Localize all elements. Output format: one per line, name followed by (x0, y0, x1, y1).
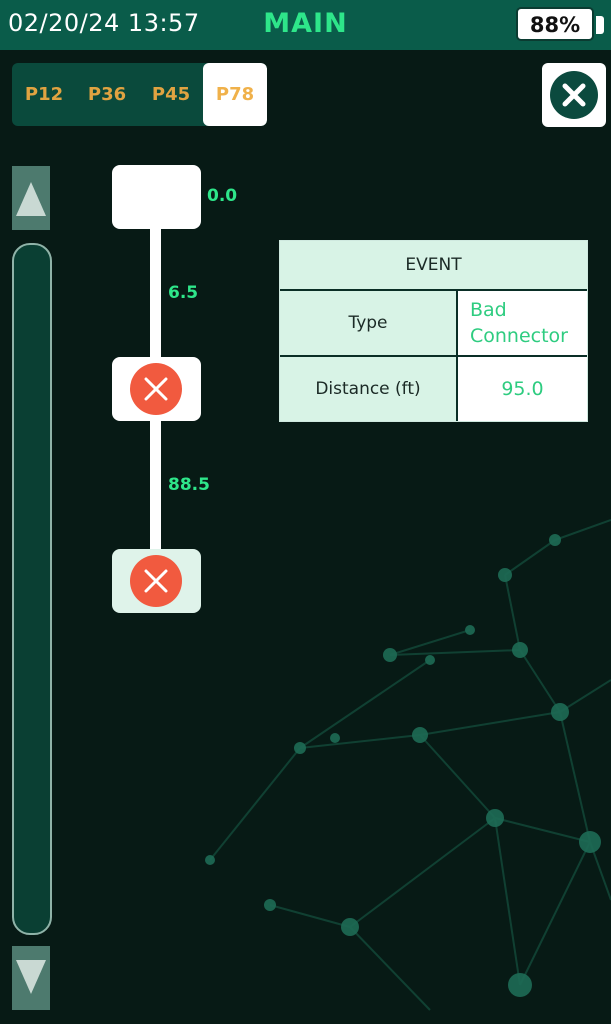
triangle-down-icon (16, 960, 46, 994)
fault-x-icon (130, 363, 182, 415)
event-details-table: EVENT Type Bad Connector Distance (ft) 9… (279, 240, 588, 422)
tab-p12[interactable]: P12 (12, 63, 76, 126)
scroll-down-button[interactable] (12, 946, 50, 1010)
distance-label: Distance (ft) (280, 357, 458, 421)
battery-level: 88% (529, 13, 581, 37)
scrollbar-track[interactable] (12, 243, 52, 935)
port-tabs: P12 P36 P45 P78 (12, 63, 267, 126)
type-value-line2: Connector (470, 325, 568, 347)
event-table-header: EVENT (280, 241, 587, 291)
table-row: Distance (ft) 95.0 (280, 357, 587, 421)
type-value: Bad Connector (458, 291, 587, 355)
event-node-1[interactable] (112, 357, 201, 421)
start-distance-label: 0.0 (207, 186, 238, 206)
tab-p45[interactable]: P45 (139, 63, 203, 126)
event-node-2[interactable] (112, 549, 201, 613)
start-node[interactable] (112, 165, 201, 229)
fault-x-icon (130, 555, 182, 607)
segment-distance-label-1: 6.5 (168, 283, 199, 303)
tab-p36[interactable]: P36 (75, 63, 139, 126)
close-x-icon (550, 71, 598, 119)
triangle-up-icon (16, 182, 46, 216)
battery-icon-tip (596, 16, 604, 34)
type-label: Type (280, 291, 458, 355)
table-row: Type Bad Connector (280, 291, 587, 357)
status-bar: 02/20/24 13:57 MAIN 88% (0, 0, 611, 50)
tab-p78[interactable]: P78 (203, 63, 267, 126)
close-button[interactable] (542, 63, 606, 127)
battery-indicator: 88% (516, 7, 594, 41)
distance-value: 95.0 (458, 357, 587, 421)
segment-distance-label-2: 88.5 (168, 475, 210, 495)
scroll-up-button[interactable] (12, 166, 50, 230)
background-network-graphic (205, 519, 611, 1011)
type-value-line1: Bad (470, 299, 507, 321)
